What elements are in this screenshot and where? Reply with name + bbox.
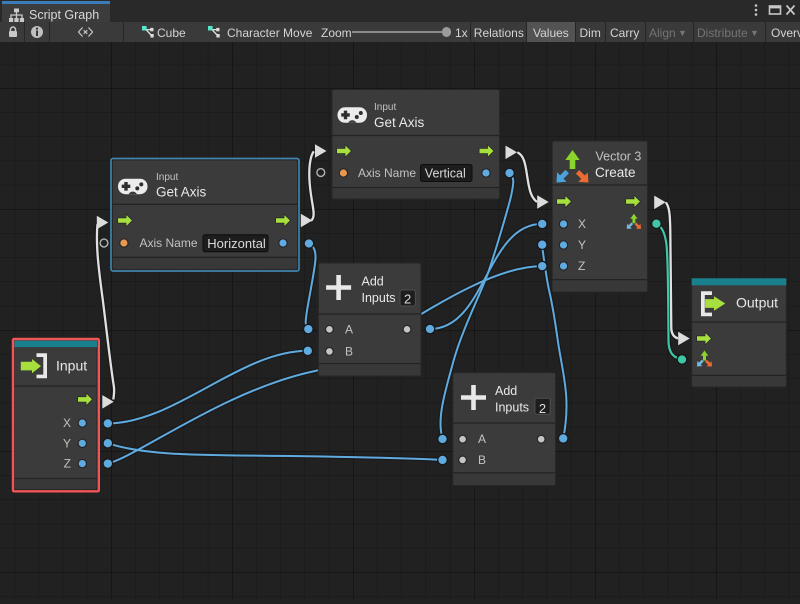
svg-text:Z: Z	[64, 457, 71, 471]
svg-text:Add: Add	[495, 384, 517, 398]
svg-text:Create: Create	[595, 165, 636, 180]
svg-text:A: A	[478, 432, 486, 446]
svg-text:Vertical: Vertical	[425, 166, 466, 180]
svg-text:Input: Input	[56, 357, 87, 373]
svg-text:B: B	[345, 344, 353, 358]
svg-text:Input: Input	[156, 172, 178, 183]
svg-text:Axis Name: Axis Name	[358, 166, 416, 180]
svg-text:X: X	[63, 416, 71, 430]
svg-text:A: A	[345, 322, 353, 336]
svg-text:Input: Input	[374, 102, 396, 113]
svg-text:Y: Y	[63, 436, 71, 450]
svg-text:X: X	[578, 217, 586, 231]
svg-text:Inputs: Inputs	[362, 291, 396, 305]
svg-text:Vector 3: Vector 3	[596, 150, 642, 164]
svg-text:2: 2	[404, 292, 411, 307]
svg-text:Output: Output	[736, 295, 778, 311]
svg-text:Horizontal: Horizontal	[207, 236, 266, 251]
svg-text:Axis Name: Axis Name	[140, 236, 198, 250]
svg-text:B: B	[478, 453, 486, 467]
svg-text:Inputs: Inputs	[495, 401, 529, 415]
svg-text:Y: Y	[578, 238, 586, 252]
svg-text:2: 2	[539, 401, 546, 416]
svg-text:Get Axis: Get Axis	[374, 115, 425, 130]
svg-text:Get Axis: Get Axis	[156, 185, 207, 200]
svg-text:Z: Z	[578, 259, 585, 273]
svg-text:Add: Add	[362, 274, 384, 288]
